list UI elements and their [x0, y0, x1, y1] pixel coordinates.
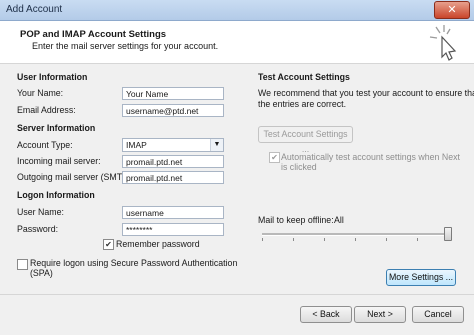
password-label: Password:: [17, 224, 59, 234]
spa-label-continued: (SPA): [30, 268, 53, 278]
password-field[interactable]: ********: [122, 223, 224, 236]
outgoing-server-field[interactable]: promail.ptd.net: [122, 171, 224, 184]
user-name-label: User Name:: [17, 207, 64, 217]
dialog-header: POP and IMAP Account Settings Enter the …: [0, 21, 474, 64]
auto-test-label-continued: is clicked: [281, 162, 317, 172]
slider-track: [262, 233, 452, 236]
page-title: POP and IMAP Account Settings: [20, 29, 167, 40]
settings-panel: User Information Your Name: Your Name Em…: [0, 64, 474, 294]
test-description: We recommend that you test your account …: [258, 88, 474, 98]
email-label: Email Address:: [17, 105, 76, 115]
user-name-field[interactable]: username: [122, 206, 224, 219]
account-type-select[interactable]: IMAP ▼: [122, 138, 224, 152]
back-button[interactable]: < Back: [300, 306, 352, 323]
more-settings-button[interactable]: More Settings ...: [386, 269, 456, 286]
close-icon: ✕: [447, 4, 457, 16]
dialog-footer: < Back Next > Cancel: [0, 294, 474, 335]
logon-info-heading: Logon Information: [17, 190, 95, 200]
remember-password-label: Remember password: [116, 239, 200, 249]
slider-tick: [262, 238, 263, 241]
auto-test-label: Automatically test account settings when…: [281, 152, 460, 162]
auto-test-checkbox[interactable]: ✔: [269, 152, 280, 163]
outgoing-server-label: Outgoing mail server (SMTP):: [17, 172, 134, 182]
offline-slider[interactable]: [262, 226, 452, 242]
close-button[interactable]: ✕: [434, 1, 470, 19]
email-field[interactable]: username@ptd.net: [122, 104, 224, 117]
page-subtitle: Enter the mail server settings for your …: [32, 41, 219, 51]
your-name-field[interactable]: Your Name: [122, 87, 224, 100]
cancel-button[interactable]: Cancel: [412, 306, 464, 323]
spa-label: Require logon using Secure Password Auth…: [30, 258, 238, 268]
slider-tick: [324, 238, 325, 241]
server-info-heading: Server Information: [17, 123, 96, 133]
test-description-continued: the entries are correct.: [258, 99, 347, 109]
spa-checkbox[interactable]: [17, 259, 28, 270]
chevron-down-icon: ▼: [210, 139, 223, 151]
window-title: Add Account: [6, 4, 63, 15]
account-type-label: Account Type:: [17, 140, 73, 150]
slider-tick: [293, 238, 294, 241]
remember-password-checkbox[interactable]: ✔: [103, 239, 114, 250]
test-account-settings-button[interactable]: Test Account Settings ...: [258, 126, 353, 154]
incoming-server-label: Incoming mail server:: [17, 156, 101, 166]
your-name-label: Your Name:: [17, 88, 64, 98]
slider-thumb[interactable]: [444, 227, 452, 241]
slider-tick: [417, 238, 418, 241]
user-info-heading: User Information: [17, 72, 88, 82]
pointer-cursor-icon: [429, 25, 457, 61]
slider-tick: [386, 238, 387, 241]
slider-tick: [355, 238, 356, 241]
account-type-value: IMAP: [126, 140, 147, 150]
next-button[interactable]: Next >: [354, 306, 406, 323]
offline-value: All: [334, 215, 344, 225]
test-settings-heading: Test Account Settings: [258, 72, 350, 82]
title-bar: Add Account ✕: [0, 0, 474, 21]
incoming-server-field[interactable]: promail.ptd.net: [122, 155, 224, 168]
offline-label: Mail to keep offline:: [258, 215, 334, 225]
